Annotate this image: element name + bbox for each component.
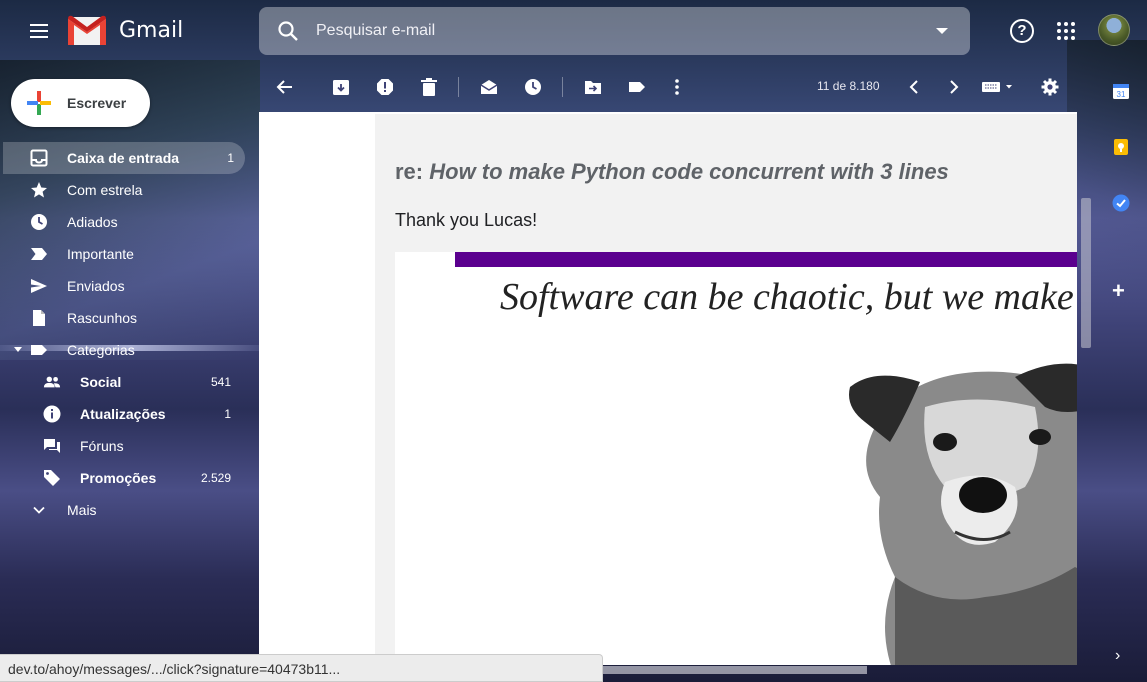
forum-icon [43,437,61,455]
top-bar: Gmail Pesquisar e-mail ? [0,0,1147,62]
gmail-m-icon [68,15,106,45]
calendar-icon[interactable]: 31 [1112,82,1130,100]
sidebar-item-updates[interactable]: Atualizações 1 [0,398,259,430]
sidebar-item-starred[interactable]: Com estrela [0,174,259,206]
sidebar-item-important[interactable]: Importante [0,238,259,270]
search-options-icon[interactable] [936,28,948,34]
add-addon-icon[interactable]: + [1112,280,1125,302]
calendar-day: 31 [1117,90,1126,99]
sidebar-item-label: Adiados [67,214,118,230]
email-banner-image[interactable]: Software can be chaotic, but we make it [395,252,1077,665]
sidebar-item-more[interactable]: Mais [0,494,259,526]
sidebar-item-promotions[interactable]: Promoções 2.529 [0,462,259,494]
mark-unread-icon[interactable] [479,77,499,97]
dog-illustration [849,363,1077,665]
sidebar-item-forums[interactable]: Fóruns [0,430,259,462]
move-to-icon[interactable] [583,77,603,97]
panel-expand-chevron-icon[interactable]: › [1115,647,1120,665]
settings-gear-icon[interactable] [1040,77,1060,97]
gmail-logo[interactable]: Gmail [68,15,183,45]
horizontal-scrollbar[interactable] [603,666,867,674]
keyboard-icon[interactable] [981,77,1017,97]
unread-count: 1 [224,407,231,421]
report-spam-icon[interactable] [375,77,395,97]
subject-prefix: re: [395,159,430,184]
chevron-right-icon[interactable] [944,77,964,97]
label-icon [30,341,48,359]
unread-count: 1 [227,151,234,165]
sidebar-item-label: Rascunhos [67,310,138,326]
unread-count: 2.529 [200,471,231,485]
status-url: dev.to/ahoy/messages/.../click?signature… [8,661,341,677]
apps-grid-icon[interactable] [1057,22,1075,40]
compose-button[interactable]: Escrever [11,79,150,127]
sidebar-item-label: Caixa de entrada [67,150,180,166]
search-bar[interactable]: Pesquisar e-mail [259,7,970,55]
side-panel: 31 + › [1095,62,1147,682]
sidebar-item-label: Fóruns [80,438,124,454]
sidebar-item-drafts[interactable]: Rascunhos [0,302,259,334]
pager-count: 11 de 8.180 [817,79,880,93]
sidebar-item-label: Promoções [80,470,157,486]
sidebar-item-label: Mais [67,502,97,518]
snooze-clock-icon[interactable] [523,77,543,97]
sidebar-item-label: Com estrela [67,182,143,198]
inbox-icon [30,149,48,167]
compose-label: Escrever [67,95,127,111]
important-icon [30,245,48,263]
sidebar-item-inbox[interactable]: Caixa de entrada 1 [3,142,245,174]
sidebar-item-categories[interactable]: Categorias [0,334,259,366]
tag-icon [43,469,61,487]
sidebar-item-label: Categorias [67,342,135,358]
draft-icon [30,309,48,327]
email-subject: re: How to make Python code concurrent w… [395,159,949,185]
email-greeting: Thank you Lucas! [395,210,538,230]
sidebar-item-social[interactable]: Social 541 [0,366,259,398]
sidebar-item-label: Atualizações [80,406,166,422]
banner-tagline: Software can be chaotic, but we make it [500,276,1077,318]
avatar[interactable] [1098,14,1130,46]
sidebar-item-label: Social [80,374,122,390]
keep-icon[interactable] [1112,138,1130,156]
banner-purple-bar [455,252,1077,267]
unread-count: 541 [210,375,231,389]
label-icon[interactable] [627,77,647,97]
subject-title: How to make Python code concurrent with … [429,159,949,184]
message-toolbar: 11 de 8.180 [259,62,1077,112]
toolbar-divider [458,77,459,97]
sidebar-item-sent[interactable]: Enviados [0,270,259,302]
info-icon [43,405,61,423]
toolbar-divider [562,77,563,97]
main-menu-icon[interactable] [22,14,56,48]
chevron-left-icon[interactable] [904,77,924,97]
sidebar-item-label: Enviados [67,278,125,294]
collapse-caret-icon[interactable] [14,347,22,352]
vertical-scrollbar[interactable] [1081,198,1091,348]
compose-plus-icon [27,91,51,115]
chevron-down-icon [30,501,48,519]
archive-icon[interactable] [331,77,351,97]
search-icon[interactable] [277,20,299,42]
link-status-bar: dev.to/ahoy/messages/.../click?signature… [0,654,603,682]
sidebar-item-snoozed[interactable]: Adiados [0,206,259,238]
help-icon[interactable]: ? [1010,19,1034,43]
back-arrow-icon[interactable] [275,77,295,97]
delete-icon[interactable] [419,77,439,97]
app-name: Gmail [119,17,184,43]
tasks-icon[interactable] [1112,194,1130,212]
sidebar-item-label: Importante [67,246,134,262]
clock-icon [30,213,48,231]
send-icon [30,277,48,295]
star-icon [30,181,48,199]
message-pane: re: How to make Python code concurrent w… [259,112,1077,665]
sidebar-nav: Caixa de entrada 1 Com estrela Adiados I… [0,142,259,526]
search-input[interactable]: Pesquisar e-mail [316,22,435,40]
more-options-icon[interactable] [667,77,687,97]
people-icon [43,373,61,391]
email-body: re: How to make Python code concurrent w… [375,114,1077,665]
